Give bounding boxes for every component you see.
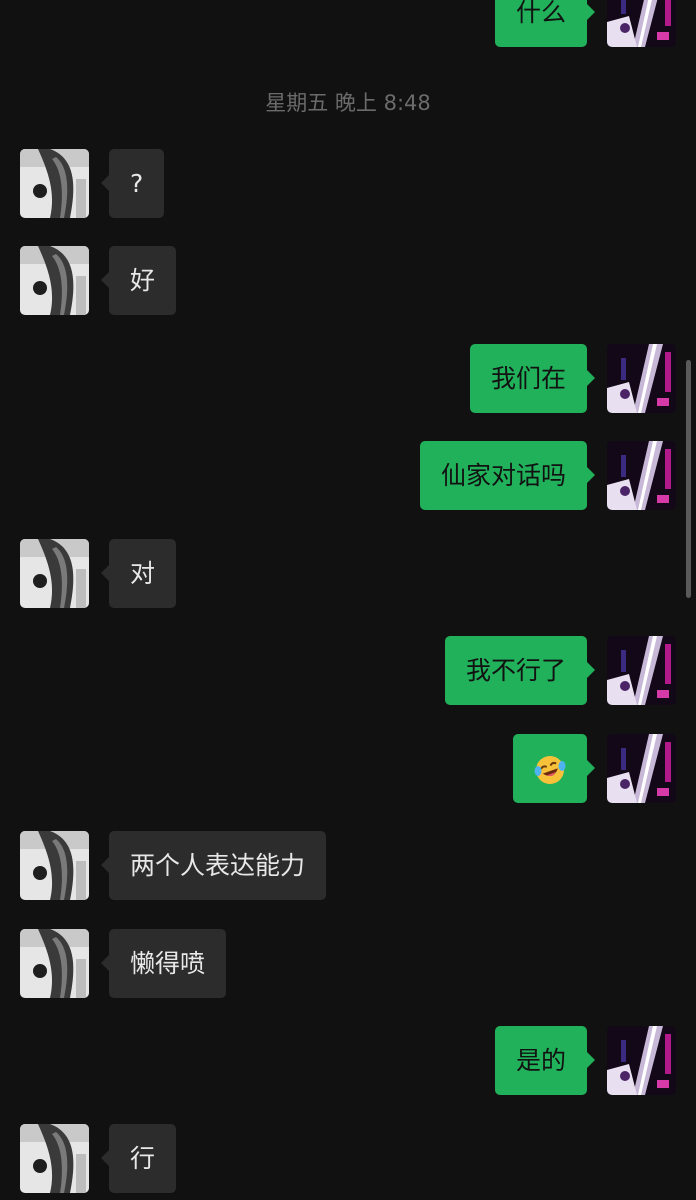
message-text: 我不行了 (465, 656, 566, 685)
message-bubble-incoming[interactable]: 对 (100, 539, 177, 608)
message-text: 对 (130, 559, 156, 588)
message-bubble-outgoing[interactable]: 什么 (494, 0, 596, 47)
avatar-image (20, 539, 89, 608)
message-bubble-outgoing[interactable]: 是的 (494, 1026, 596, 1095)
message-bubble-outgoing[interactable]: 我不行了 (444, 636, 596, 705)
message-text: 是的 (515, 1046, 566, 1075)
avatar-image (607, 0, 676, 47)
my-avatar[interactable] (607, 0, 676, 47)
my-avatar[interactable] (607, 344, 676, 413)
contact-avatar[interactable] (20, 929, 89, 998)
message-bubble-incoming[interactable]: 行 (100, 1124, 177, 1193)
message-bubble-incoming[interactable]: 好 (100, 246, 177, 315)
avatar-image (20, 1124, 89, 1193)
avatar-image (607, 441, 676, 510)
message-bubble-incoming[interactable]: 两个人表达能力 (100, 831, 327, 900)
avatar-image (20, 246, 89, 315)
message-text: 两个人表达能力 (130, 851, 306, 880)
my-avatar[interactable] (607, 1026, 676, 1095)
message-text: 仙家对话吗 (440, 461, 566, 490)
avatar-image (607, 734, 676, 803)
avatar-image (20, 149, 89, 218)
contact-avatar[interactable] (20, 831, 89, 900)
avatar-image (607, 1026, 676, 1095)
my-avatar[interactable] (607, 441, 676, 510)
message-text: 懒得喷 (130, 949, 206, 978)
message-bubble-incoming[interactable]: ? (100, 149, 165, 218)
contact-avatar[interactable] (20, 539, 89, 608)
avatar-image (607, 636, 676, 705)
message-bubble-outgoing[interactable]: 仙家对话吗 (419, 441, 596, 510)
message-text: 好 (130, 266, 156, 295)
chat-scrollbar[interactable] (686, 360, 691, 598)
message-text: 我们在 (490, 364, 566, 393)
contact-avatar[interactable] (20, 149, 89, 218)
chat-message-list[interactable]: 什么 星期五 晚上 8:48 ? 好 我们在 仙家对话吗 对 我不行了 两个人表… (0, 0, 696, 1200)
avatar-image (20, 929, 89, 998)
message-bubble-incoming[interactable]: 懒得喷 (100, 929, 227, 998)
my-avatar[interactable] (607, 734, 676, 803)
avatar-image (20, 831, 89, 900)
message-text: 什么 (515, 0, 566, 27)
contact-avatar[interactable] (20, 246, 89, 315)
message-bubble-outgoing[interactable]: 我们在 (469, 344, 596, 413)
contact-avatar[interactable] (20, 1124, 89, 1193)
message-text: ? (130, 169, 144, 198)
laughing-crying-emoji-icon (534, 756, 566, 784)
chat-timestamp: 星期五 晚上 8:48 (265, 91, 431, 115)
message-text: 行 (130, 1144, 156, 1173)
avatar-image (607, 344, 676, 413)
message-bubble-outgoing[interactable] (513, 734, 595, 803)
my-avatar[interactable] (607, 636, 676, 705)
